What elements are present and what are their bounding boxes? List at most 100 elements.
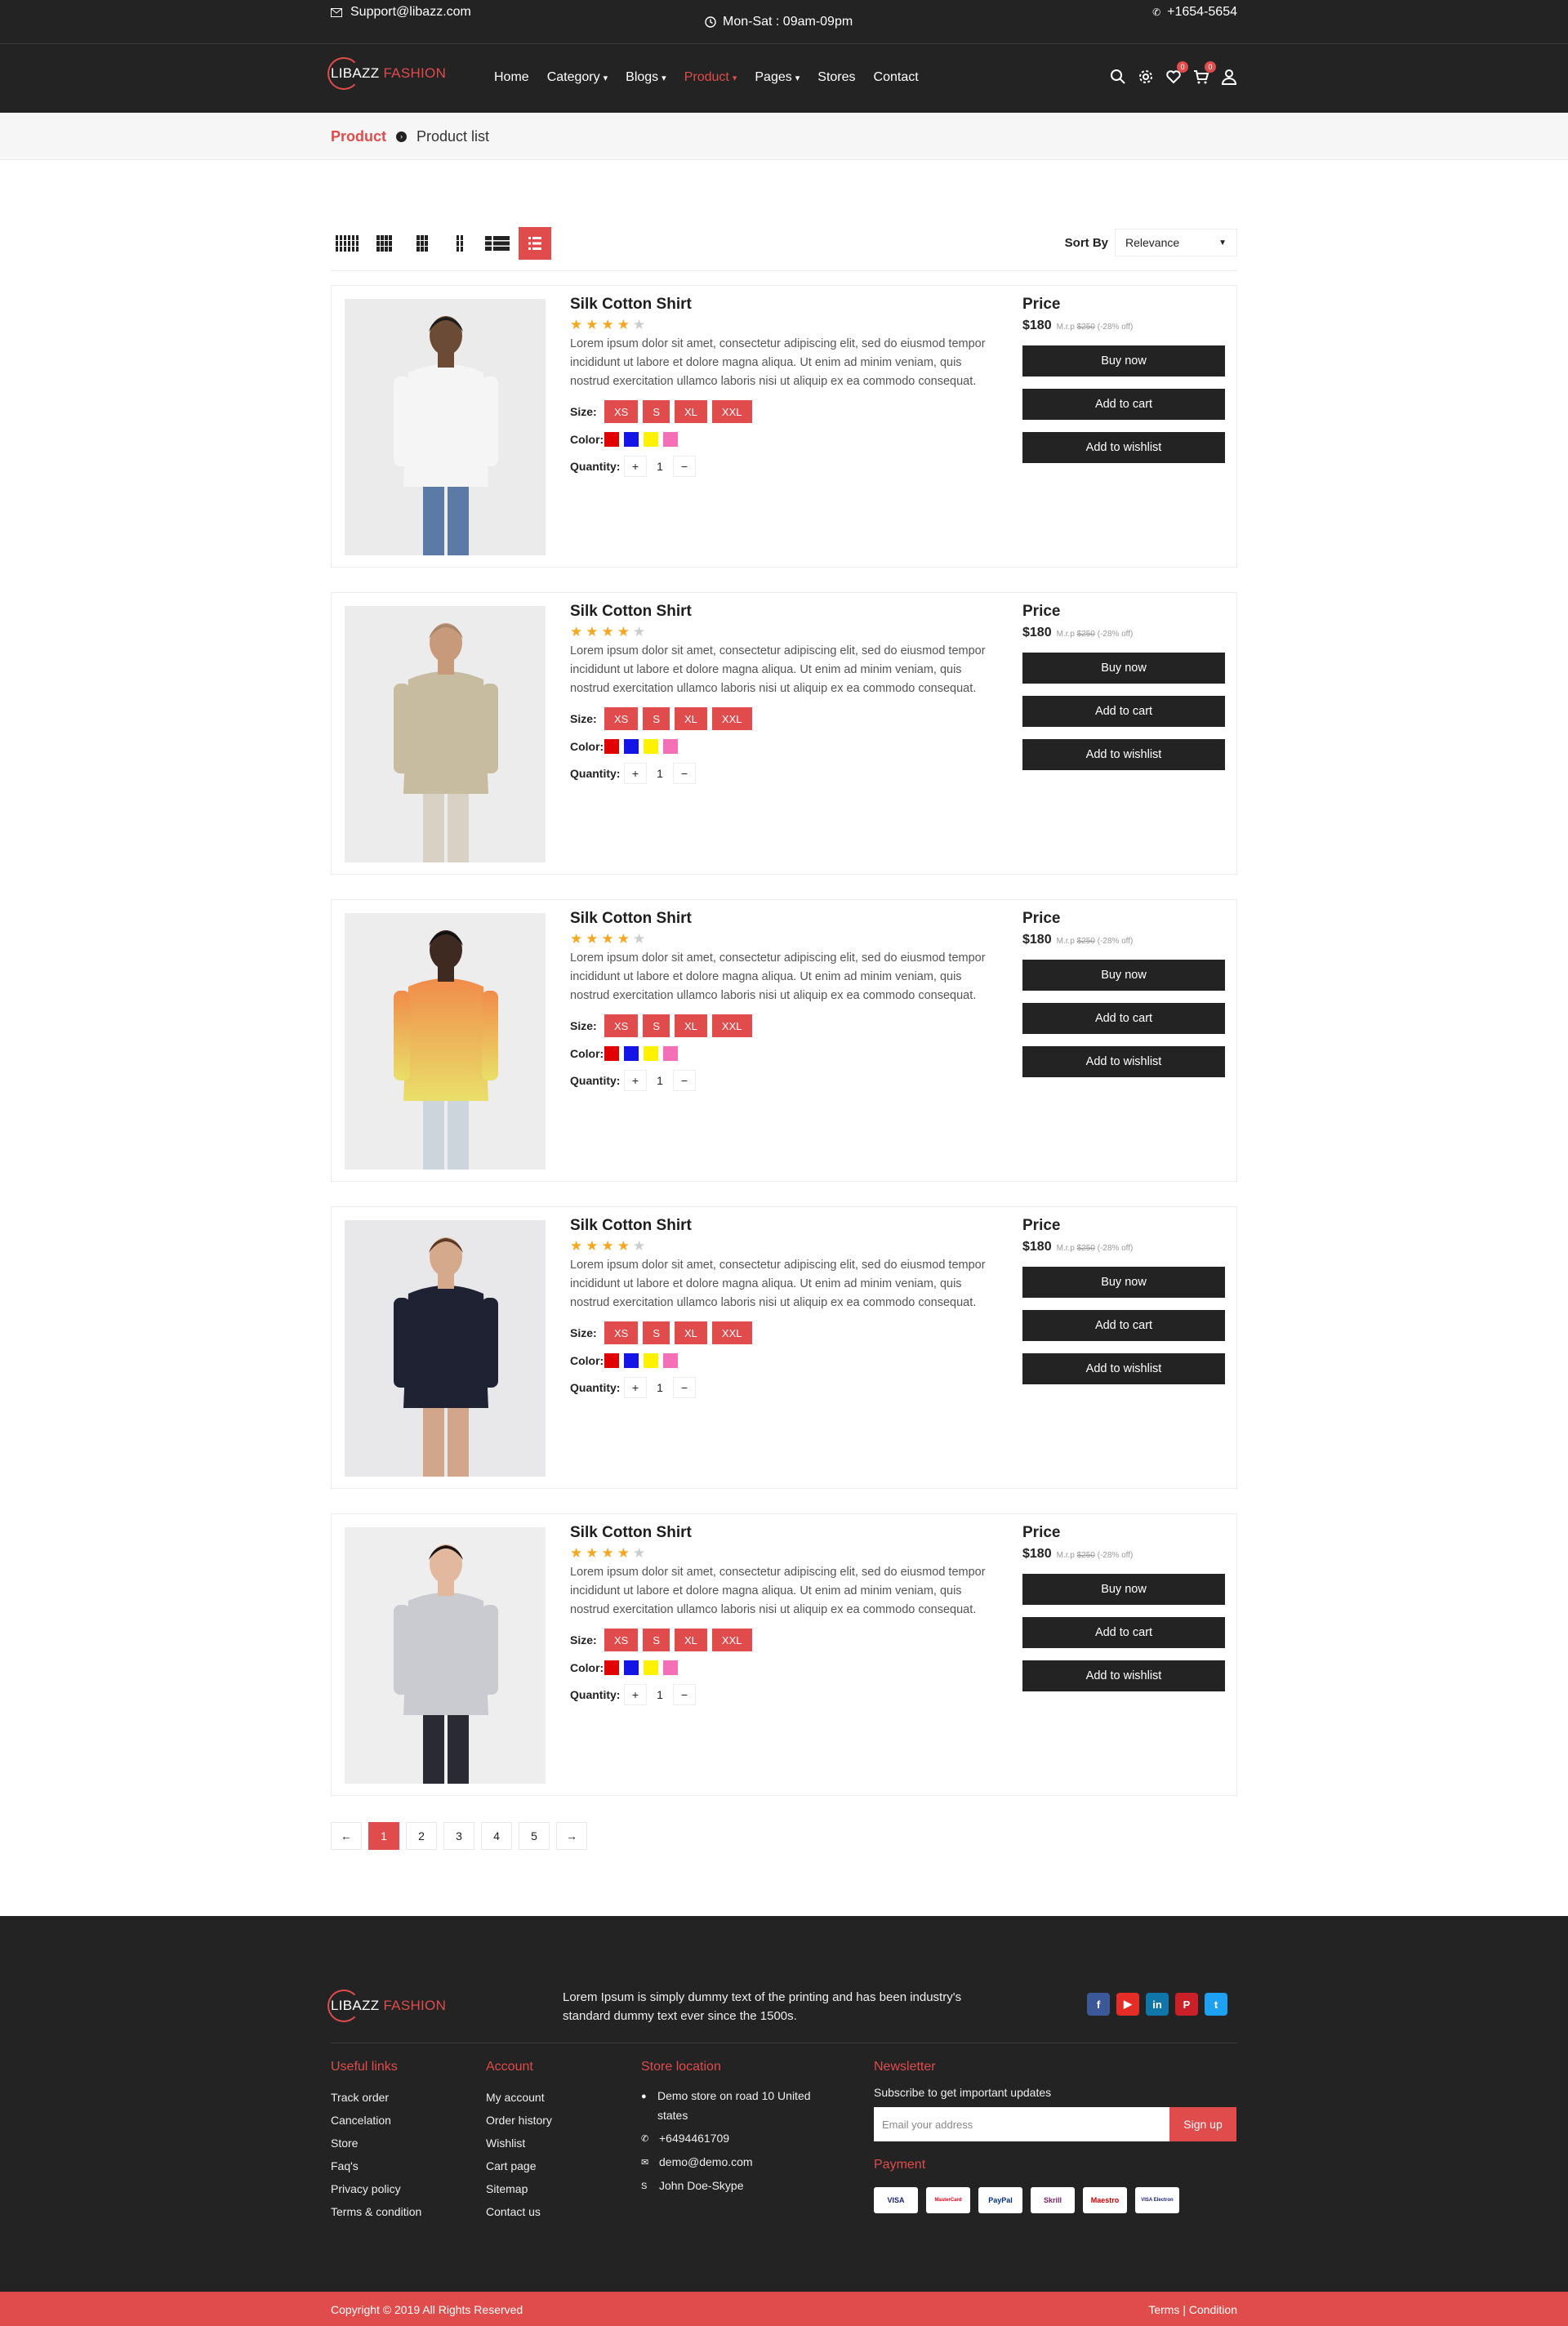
add-to-cart-button[interactable]: Add to cart xyxy=(1022,1310,1225,1341)
size-option-xxl[interactable]: XXL xyxy=(711,1321,752,1344)
linkedin-icon[interactable]: in xyxy=(1146,1993,1169,2016)
prev-page-arrow-icon[interactable]: ← xyxy=(331,1822,362,1850)
page-2-button[interactable]: 2 xyxy=(406,1822,437,1850)
size-option-xxl[interactable]: XXL xyxy=(711,707,752,730)
nav-item-blogs[interactable]: Blogs ▾ xyxy=(626,70,666,85)
size-option-xs[interactable]: XS xyxy=(604,400,639,423)
breadcrumb-product-link[interactable]: Product xyxy=(331,128,386,145)
color-swatch[interactable] xyxy=(604,1353,619,1368)
footer-link[interactable]: Order history xyxy=(486,2109,552,2132)
footer-link[interactable]: Privacy policy xyxy=(331,2177,421,2200)
newsletter-email-input[interactable]: Email your address xyxy=(874,2107,1169,2141)
footer-link[interactable]: Wishlist xyxy=(486,2132,552,2154)
buy-now-button[interactable]: Buy now xyxy=(1022,653,1225,684)
page-5-button[interactable]: 5 xyxy=(519,1822,550,1850)
footer-link[interactable]: Sitemap xyxy=(486,2177,552,2200)
buy-now-button[interactable]: Buy now xyxy=(1022,345,1225,377)
color-swatch[interactable] xyxy=(663,1660,678,1675)
product-name[interactable]: Silk Cotton Shirt xyxy=(570,603,995,621)
size-option-s[interactable]: S xyxy=(643,1321,670,1344)
nav-item-stores[interactable]: Stores xyxy=(817,70,855,85)
size-option-xs[interactable]: XS xyxy=(604,707,639,730)
color-swatch[interactable] xyxy=(624,739,639,754)
product-name[interactable]: Silk Cotton Shirt xyxy=(570,910,995,928)
add-to-cart-button[interactable]: Add to cart xyxy=(1022,389,1225,420)
color-swatch[interactable] xyxy=(663,1046,678,1061)
list-view-icon[interactable] xyxy=(519,227,551,260)
next-page-arrow-icon[interactable]: → xyxy=(556,1822,587,1850)
color-swatch[interactable] xyxy=(644,432,658,447)
wishlist-heart-icon[interactable]: 0 xyxy=(1165,61,1188,85)
add-to-wishlist-button[interactable]: Add to wishlist xyxy=(1022,1660,1225,1691)
page-3-button[interactable]: 3 xyxy=(443,1822,474,1850)
minus-icon[interactable]: − xyxy=(673,1070,696,1091)
size-option-xl[interactable]: XL xyxy=(675,707,707,730)
color-swatch[interactable] xyxy=(604,739,619,754)
add-to-wishlist-button[interactable]: Add to wishlist xyxy=(1022,432,1225,463)
footer-link[interactable]: My account xyxy=(486,2086,552,2109)
nav-item-pages[interactable]: Pages ▾ xyxy=(755,70,800,85)
plus-icon[interactable]: + xyxy=(624,1377,647,1398)
add-to-cart-button[interactable]: Add to cart xyxy=(1022,696,1225,727)
terms-link[interactable]: Terms | Condition xyxy=(1148,2303,1237,2316)
size-option-s[interactable]: S xyxy=(643,707,670,730)
add-to-cart-button[interactable]: Add to cart xyxy=(1022,1003,1225,1034)
footer-link[interactable]: Cart page xyxy=(486,2154,552,2177)
plus-icon[interactable]: + xyxy=(624,763,647,784)
footer-link[interactable]: Contact us xyxy=(486,2200,552,2223)
page-1-button[interactable]: 1 xyxy=(368,1822,399,1850)
color-swatch[interactable] xyxy=(644,1353,658,1368)
footer-link[interactable]: Terms & condition xyxy=(331,2200,421,2223)
page-4-button[interactable]: 4 xyxy=(481,1822,512,1850)
quantity-value[interactable]: 1 xyxy=(647,1377,673,1398)
color-swatch[interactable] xyxy=(624,432,639,447)
store-email[interactable]: ✉ demo@demo.com xyxy=(641,2152,813,2172)
store-skype[interactable]: S John Doe-Skype xyxy=(641,2176,813,2196)
site-logo[interactable]: LIBAZZ FASHION xyxy=(327,57,446,90)
search-icon[interactable] xyxy=(1110,69,1126,85)
size-option-xs[interactable]: XS xyxy=(604,1014,639,1037)
size-option-xxl[interactable]: XXL xyxy=(711,1629,752,1651)
color-swatch[interactable] xyxy=(624,1353,639,1368)
grid-3-columns-icon[interactable] xyxy=(406,227,439,260)
product-name[interactable]: Silk Cotton Shirt xyxy=(570,1524,995,1542)
product-image[interactable] xyxy=(345,1220,546,1477)
add-to-wishlist-button[interactable]: Add to wishlist xyxy=(1022,739,1225,770)
quantity-value[interactable]: 1 xyxy=(647,1684,673,1705)
newsletter-signup-button[interactable]: Sign up xyxy=(1169,2107,1236,2141)
nav-item-contact[interactable]: Contact xyxy=(874,70,919,85)
grid-2-columns-icon[interactable] xyxy=(443,227,476,260)
footer-link[interactable]: Store xyxy=(331,2132,421,2154)
product-name[interactable]: Silk Cotton Shirt xyxy=(570,296,995,314)
add-to-wishlist-button[interactable]: Add to wishlist xyxy=(1022,1353,1225,1384)
quantity-value[interactable]: 1 xyxy=(647,456,673,477)
youtube-icon[interactable]: ▶ xyxy=(1116,1993,1139,2016)
minus-icon[interactable]: − xyxy=(673,1377,696,1398)
color-swatch[interactable] xyxy=(663,1353,678,1368)
list-compact-icon[interactable] xyxy=(481,227,514,260)
color-swatch[interactable] xyxy=(644,1660,658,1675)
add-to-cart-button[interactable]: Add to cart xyxy=(1022,1617,1225,1648)
footer-link[interactable]: Cancelation xyxy=(331,2109,421,2132)
color-swatch[interactable] xyxy=(604,1660,619,1675)
size-option-xl[interactable]: XL xyxy=(675,1014,707,1037)
buy-now-button[interactable]: Buy now xyxy=(1022,1574,1225,1605)
plus-icon[interactable]: + xyxy=(624,456,647,477)
size-option-xl[interactable]: XL xyxy=(675,1629,707,1651)
size-option-s[interactable]: S xyxy=(643,1629,670,1651)
size-option-xl[interactable]: XL xyxy=(675,1321,707,1344)
minus-icon[interactable]: − xyxy=(673,763,696,784)
support-phone[interactable]: ✆ +1654-5654 xyxy=(1152,5,1237,20)
color-swatch[interactable] xyxy=(663,739,678,754)
grid-6-columns-icon[interactable] xyxy=(331,227,363,260)
plus-icon[interactable]: + xyxy=(624,1684,647,1705)
user-account-icon[interactable] xyxy=(1221,69,1237,85)
nav-item-category[interactable]: Category ▾ xyxy=(547,70,608,85)
product-image[interactable] xyxy=(345,1527,546,1784)
quantity-value[interactable]: 1 xyxy=(647,763,673,784)
sort-select[interactable]: Relevance ▼ xyxy=(1115,229,1237,256)
nav-item-product[interactable]: Product ▾ xyxy=(684,70,737,85)
quantity-value[interactable]: 1 xyxy=(647,1070,673,1091)
support-email[interactable]: Support@libazz.com xyxy=(331,5,471,20)
minus-icon[interactable]: − xyxy=(673,1684,696,1705)
